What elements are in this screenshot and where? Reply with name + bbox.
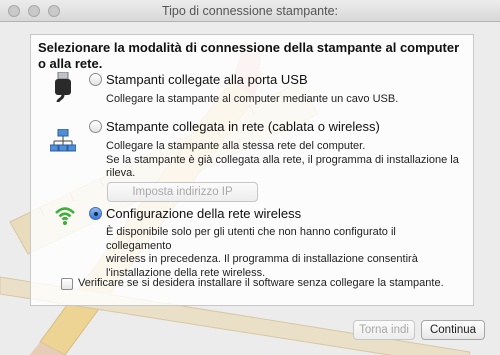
option-wireless[interactable]: Configurazione della rete wireless xyxy=(89,206,301,221)
wireless-radio-button[interactable] xyxy=(89,207,102,220)
usb-cable-icon xyxy=(55,72,71,102)
usb-option-description: Collegare la stampante al computer media… xyxy=(106,93,399,105)
set-ip-address-button[interactable]: Imposta indirizzo IP xyxy=(107,182,258,202)
option-usb[interactable]: Stampanti collegate alla porta USB xyxy=(89,72,308,87)
install-without-printer-label: Verificare se si desidera installare il … xyxy=(78,277,444,289)
usb-option-label: Stampanti collegate alla porta USB xyxy=(106,72,308,87)
usb-radio-button[interactable] xyxy=(89,73,102,86)
wireless-description-line: È disponibile solo per gli utenti che no… xyxy=(106,226,396,252)
network-description-line: Collegare la stampante alla stessa rete … xyxy=(106,140,366,152)
page-heading: Selezionare la modalità di connessione d… xyxy=(38,40,460,71)
install-without-printer-checkbox[interactable] xyxy=(61,278,73,290)
network-option-label: Stampante collegata in rete (cablata o w… xyxy=(106,119,380,134)
title-bar: Tipo di connessione stampante: xyxy=(0,0,500,22)
wireless-option-description: È disponibile solo per gli utenti che no… xyxy=(106,226,461,280)
wifi-icon xyxy=(55,207,75,225)
network-option-description: Collegare la stampante alla stessa rete … xyxy=(106,140,461,181)
window-title: Tipo di connessione stampante: xyxy=(161,4,339,18)
network-description-line: rileva. xyxy=(106,167,136,179)
wireless-description-line: wireless in precedenza. Il programma di … xyxy=(106,253,418,265)
network-radio-button[interactable] xyxy=(89,120,102,133)
wireless-option-label: Configurazione della rete wireless xyxy=(106,206,302,221)
back-button[interactable]: Torna indi xyxy=(353,320,415,340)
continue-button[interactable]: Continua xyxy=(421,320,485,340)
network-description-line: Se la stampante è già collegata alla ret… xyxy=(106,153,459,166)
option-network[interactable]: Stampante collegata in rete (cablata o w… xyxy=(89,119,380,134)
network-icon xyxy=(50,129,76,152)
